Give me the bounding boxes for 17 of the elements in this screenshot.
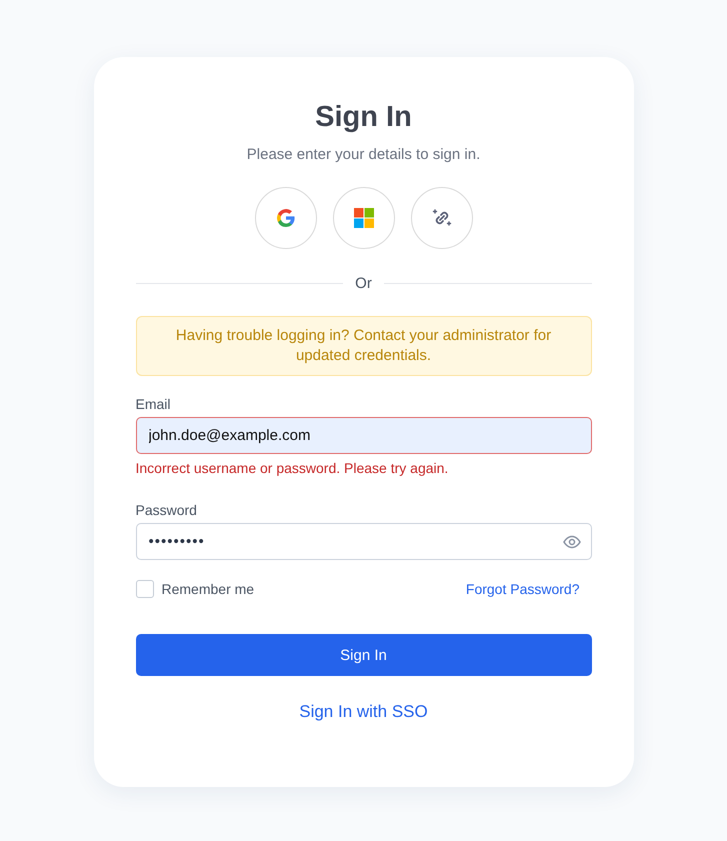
field-label: Password [136, 502, 198, 518]
warning-alert: Having trouble logging in? Contact your administrator for updated credentials. [136, 316, 592, 376]
google-icon [276, 208, 296, 228]
windows-logo-icon [354, 208, 374, 228]
email-field[interactable]: john.doe@example.com [136, 417, 592, 454]
field-label: Email [136, 396, 172, 412]
subtitle: Please enter your details to sign in. [246, 146, 482, 163]
page-title: Sign In [314, 101, 413, 134]
error-message: Incorrect username or password. Please try again. [136, 460, 450, 476]
remember-checkbox[interactable] [136, 580, 154, 598]
password-field[interactable]: ••••••••• [136, 523, 592, 560]
show-password-icon[interactable] [562, 535, 580, 549]
remember-label: Remember me [162, 581, 254, 597]
sso-sign-in-link[interactable]: Sign In with SSO [299, 702, 428, 722]
sign-in-button[interactable]: Sign In [136, 634, 592, 676]
forgot-password-link[interactable]: Forgot Password? [466, 581, 580, 597]
divider-label: Or [355, 275, 372, 292]
